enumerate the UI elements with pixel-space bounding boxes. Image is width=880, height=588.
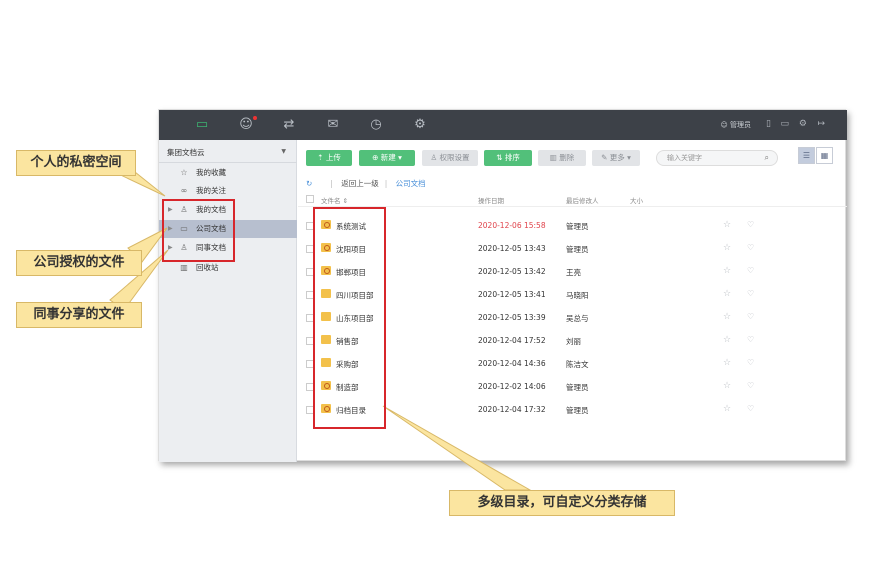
gear-icon[interactable]: ⚙: [412, 117, 428, 133]
more-button[interactable]: ✎ 更多 ▾: [592, 150, 640, 166]
clock-icon[interactable]: ◷: [368, 117, 384, 133]
star-icon[interactable]: ☆: [723, 404, 731, 414]
file-date: 2020-12-04 17:32: [478, 405, 546, 414]
file-date: 2020-12-02 14:06: [478, 382, 546, 391]
column-header-size[interactable]: 大小: [630, 195, 643, 205]
settings-icon[interactable]: ⚙: [799, 119, 807, 129]
page: ▭ ☺ ⇄ ✉ ◷ ⚙ ☺ 管理员 ▯ ▭ ⚙ ↦ 集团文档云 ▼ ☆ 我的收藏…: [0, 0, 880, 588]
bulb-icon[interactable]: ♡: [747, 381, 754, 390]
bulb-icon[interactable]: ♡: [747, 312, 754, 321]
file-modifier: 吴总与: [566, 314, 589, 323]
file-modifier: 陈洁文: [566, 360, 589, 369]
permission-button[interactable]: ♙ 权限设置: [422, 150, 478, 166]
bulb-icon[interactable]: ♡: [747, 220, 754, 229]
contacts-icon[interactable]: ☺: [238, 117, 254, 133]
search-icon[interactable]: ⌕: [765, 151, 769, 165]
file-date: 2020-12-04 14:36: [478, 359, 546, 368]
file-date: 2020-12-06 15:58: [478, 221, 546, 230]
star-icon[interactable]: ☆: [723, 381, 731, 391]
select-all-checkbox[interactable]: [306, 195, 314, 203]
refresh-icon[interactable]: ↻: [306, 179, 312, 188]
divider: |: [330, 179, 333, 188]
file-modifier: 管理员: [566, 222, 589, 231]
sidebar: 集团文档云 ▼ ☆ 我的收藏 ∞ 我的关注 ▶ ♙ 我的文档 ▶ ▭ 公司文档: [159, 140, 297, 462]
search-placeholder: 输入关键字: [667, 154, 702, 162]
file-modifier: 马晓阳: [566, 291, 589, 300]
file-modifier: 管理员: [566, 245, 589, 254]
new-label: 新建: [380, 153, 396, 162]
highlight-box-folders: [313, 207, 386, 429]
bulb-icon[interactable]: ♡: [747, 335, 754, 344]
chevron-down-icon[interactable]: ▼: [281, 148, 286, 155]
binoculars-icon: ∞: [180, 186, 188, 195]
back-link[interactable]: 返回上一级: [341, 179, 379, 188]
callout-multilevel: 多级目录，可自定义分类存储: [449, 490, 675, 516]
divider: [159, 162, 297, 163]
sidebar-item-label: 我的收藏: [196, 168, 226, 177]
bulb-icon[interactable]: ♡: [747, 289, 754, 298]
star-icon[interactable]: ☆: [723, 312, 731, 322]
star-icon: ☆: [180, 168, 188, 177]
divider: |: [384, 179, 388, 188]
breadcrumb: ↻ | 返回上一级 | 公司文档: [306, 178, 426, 189]
current-folder: 公司文档: [395, 179, 426, 188]
new-button[interactable]: ⊕ 新建 ▾: [359, 150, 415, 166]
user-menu[interactable]: ☺ 管理员: [720, 120, 751, 130]
upload-label: 上传: [325, 153, 341, 162]
mail-icon[interactable]: ✉: [325, 117, 341, 133]
star-icon[interactable]: ☆: [723, 243, 731, 253]
star-icon[interactable]: ☆: [723, 289, 731, 299]
delete-label: 删除: [559, 153, 575, 162]
file-modifier: 王亮: [566, 268, 581, 277]
book-icon[interactable]: ▯: [766, 119, 771, 129]
star-icon[interactable]: ☆: [723, 266, 731, 276]
callout-colleague: 同事分享的文件: [16, 302, 142, 328]
star-icon[interactable]: ☆: [723, 220, 731, 230]
column-header-modifier[interactable]: 最后修改人: [566, 195, 599, 205]
callout-personal: 个人的私密空间: [16, 150, 136, 176]
column-header-date[interactable]: 操作日期: [478, 195, 504, 205]
file-date: 2020-12-05 13:43: [478, 244, 546, 253]
upload-button[interactable]: ⇡ 上传: [306, 150, 352, 166]
sort-button[interactable]: ⇅ 排序: [484, 150, 532, 166]
column-header-name[interactable]: 文件名 ⇕: [321, 195, 348, 205]
file-modifier: 刘丽: [566, 337, 581, 346]
file-date: 2020-12-04 17:52: [478, 336, 546, 345]
file-date: 2020-12-05 13:41: [478, 290, 546, 299]
delete-button[interactable]: ▥ 删除: [538, 150, 586, 166]
file-modifier: 管理员: [566, 406, 589, 415]
file-modifier: 管理员: [566, 383, 589, 392]
user-name: 管理员: [730, 121, 751, 129]
bulb-icon[interactable]: ♡: [747, 266, 754, 275]
notification-dot: [253, 116, 257, 120]
logout-icon[interactable]: ↦: [817, 119, 825, 129]
star-icon[interactable]: ☆: [723, 335, 731, 345]
file-date: 2020-12-05 13:42: [478, 267, 546, 276]
star-icon[interactable]: ☆: [723, 358, 731, 368]
table-header: 文件名 ⇕ 操作日期 最后修改人 大小: [298, 192, 847, 207]
folder-icon[interactable]: ▭: [194, 117, 210, 133]
monitor-icon[interactable]: ▭: [780, 119, 789, 129]
app-window: ▭ ☺ ⇄ ✉ ◷ ⚙ ☺ 管理员 ▯ ▭ ⚙ ↦ 集团文档云 ▼ ☆ 我的收藏…: [158, 109, 847, 462]
file-date: 2020-12-05 13:39: [478, 313, 546, 322]
top-nav-bar: ▭ ☺ ⇄ ✉ ◷ ⚙ ☺ 管理员 ▯ ▭ ⚙ ↦: [159, 110, 847, 140]
more-label: 更多: [609, 153, 625, 162]
sidebar-item-favorites[interactable]: ☆ 我的收藏: [159, 164, 297, 182]
bulb-icon[interactable]: ♡: [747, 404, 754, 413]
search-input[interactable]: 输入关键字 ⌕: [656, 150, 778, 166]
bulb-icon[interactable]: ♡: [747, 358, 754, 367]
sync-icon[interactable]: ⇄: [281, 117, 297, 133]
callout-company: 公司授权的文件: [16, 250, 142, 276]
sort-label: 排序: [504, 153, 520, 162]
sidebar-item-following[interactable]: ∞ 我的关注: [159, 182, 297, 200]
highlight-box-sidebar: [162, 199, 235, 262]
grid-view-icon[interactable]: ▦: [816, 147, 833, 164]
permission-label: 权限设置: [439, 153, 470, 162]
sidebar-title[interactable]: 集团文档云: [167, 147, 205, 158]
sidebar-item-label: 我的关注: [196, 186, 226, 195]
bulb-icon[interactable]: ♡: [747, 243, 754, 252]
list-view-icon[interactable]: ☰: [798, 147, 815, 164]
